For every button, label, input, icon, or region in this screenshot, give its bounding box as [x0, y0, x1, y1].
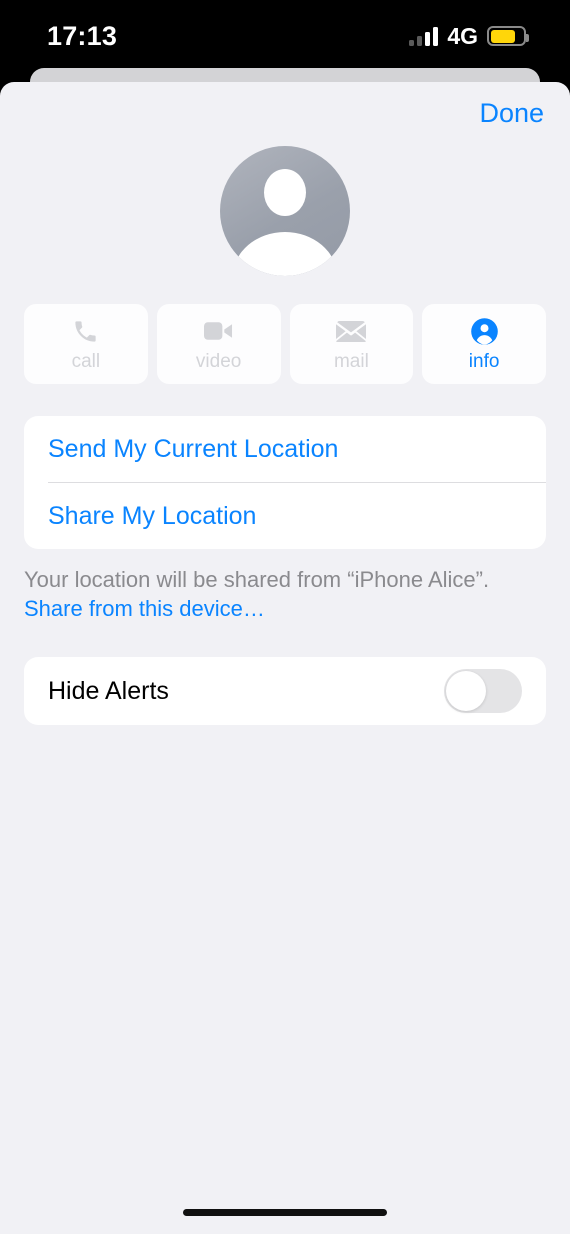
done-button[interactable]: Done	[477, 96, 546, 131]
quick-actions-row: call video mail info	[24, 304, 546, 384]
toggle-knob	[446, 671, 486, 712]
send-my-current-location-row[interactable]: Send My Current Location	[24, 416, 546, 482]
default-person-avatar-icon[interactable]	[220, 146, 350, 276]
call-button-label: call	[71, 351, 101, 372]
hide-alerts-row: Hide Alerts	[24, 657, 546, 725]
battery-icon	[487, 26, 529, 46]
mail-button-label: mail	[333, 351, 369, 372]
signal-bars-icon	[409, 26, 439, 46]
share-my-location-label: Share My Location	[48, 501, 257, 530]
share-from-this-device-link[interactable]: Share from this device…	[24, 594, 546, 623]
call-button[interactable]: call	[24, 304, 148, 384]
video-button-label: video	[195, 351, 242, 372]
avatar-container	[0, 146, 570, 276]
location-footer-text: Your location will be shared from “iPhon…	[24, 567, 490, 592]
envelope-icon	[336, 317, 367, 345]
video-camera-icon	[204, 317, 233, 345]
info-button[interactable]: info	[422, 304, 546, 384]
location-options-card: Send My Current Location Share My Locati…	[24, 416, 546, 549]
contact-details-sheet: Done call video mail info Send My Curren…	[0, 82, 570, 1234]
share-my-location-row[interactable]: Share My Location	[24, 483, 546, 549]
phone-icon	[72, 317, 99, 345]
hide-alerts-toggle[interactable]	[444, 669, 522, 714]
sheet-header: Done	[0, 82, 570, 144]
hide-alerts-card: Hide Alerts	[24, 657, 546, 726]
network-type-label: 4G	[447, 22, 478, 49]
status-bar: 17:13 4G	[0, 0, 570, 68]
status-bar-indicators: 4G	[409, 21, 529, 49]
avatar-body-shape	[233, 232, 337, 276]
location-footer-note: Your location will be shared from “iPhon…	[24, 565, 546, 623]
hide-alerts-label: Hide Alerts	[48, 676, 169, 705]
mail-button[interactable]: mail	[289, 304, 414, 384]
status-bar-time: 17:13	[47, 20, 118, 51]
send-my-current-location-label: Send My Current Location	[48, 434, 339, 463]
video-button[interactable]: video	[156, 304, 281, 384]
avatar-head-shape	[264, 169, 306, 216]
home-indicator[interactable]	[183, 1209, 387, 1216]
person-circle-icon	[470, 317, 499, 345]
info-button-label: info	[468, 351, 500, 372]
